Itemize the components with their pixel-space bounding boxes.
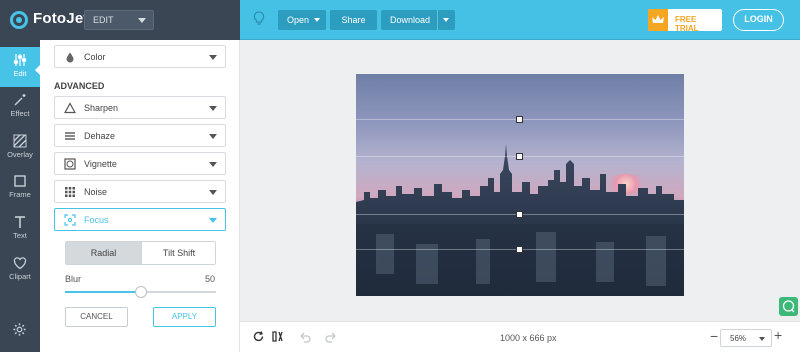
chevron-up-icon — [209, 218, 217, 223]
bottom-bar: 1000 x 666 px − 56% + — [240, 321, 800, 352]
grid-dots-icon — [65, 187, 75, 197]
fotojet-logo-icon — [10, 11, 28, 29]
zoom-in-button[interactable]: + — [774, 327, 782, 343]
canvas-area — [240, 40, 800, 321]
chevron-down-icon — [209, 162, 217, 167]
magic-wand-icon — [14, 94, 26, 106]
chat-icon[interactable] — [779, 297, 798, 316]
mode-select[interactable]: EDIT — [84, 10, 154, 30]
login-button[interactable]: LOGIN — [733, 9, 784, 31]
nav-item-label: Frame — [9, 190, 31, 199]
nav-item-clipart[interactable]: Clipart — [0, 250, 40, 290]
sharpen-label: Sharpen — [84, 103, 119, 113]
crown-icon — [648, 9, 668, 31]
zoom-value: 56% — [730, 334, 747, 343]
nav-item-label: Overlay — [7, 150, 33, 159]
brand-area: FotoJet EDIT — [0, 0, 240, 40]
blur-label: Blur — [65, 274, 82, 284]
color-label: Color — [84, 52, 106, 62]
mode-select-value: EDIT — [93, 15, 114, 25]
top-toolbar: FotoJet EDIT Open Share Download FREE TR… — [0, 0, 800, 40]
sliders-icon — [13, 54, 27, 66]
skyline-silhouette — [356, 144, 684, 296]
blur-value: 50 — [205, 274, 216, 284]
sharpen-dropdown[interactable]: Sharpen — [54, 96, 226, 119]
focus-handle-inner-bottom[interactable] — [516, 211, 523, 218]
nav-item-label: Effect — [10, 109, 30, 118]
droplet-icon — [66, 52, 74, 63]
noise-label: Noise — [84, 187, 108, 197]
focus-dropdown[interactable]: Focus — [54, 208, 226, 231]
zoom-out-button[interactable]: − — [710, 328, 718, 344]
nav-item-effect[interactable]: Effect — [0, 87, 40, 127]
chevron-down-icon — [209, 190, 217, 195]
nav-item-edit[interactable]: Edit — [0, 47, 41, 87]
image-dimensions: 1000 x 666 px — [500, 333, 557, 343]
color-dropdown[interactable]: Color — [54, 45, 226, 68]
vignette-label: Vignette — [84, 159, 117, 169]
tilt-shift-tab[interactable]: Tilt Shift — [141, 242, 215, 264]
city-skyline-photo[interactable] — [356, 74, 684, 296]
gear-icon[interactable] — [12, 322, 27, 337]
redo-icon[interactable] — [325, 330, 338, 343]
chevron-down-icon — [209, 134, 217, 139]
undo-icon[interactable] — [298, 330, 311, 343]
blur-slider[interactable] — [65, 286, 216, 298]
app-logo-text: FotoJet — [33, 10, 89, 27]
open-button-label: Open — [287, 15, 310, 25]
frame-icon — [14, 175, 26, 187]
left-nav: Edit Effect Overlay Frame Text Clipart — [0, 40, 41, 352]
vignette-icon — [64, 158, 76, 170]
blur-slider-fill — [65, 291, 141, 293]
flip-icon[interactable] — [271, 330, 284, 343]
chevron-down-icon[interactable] — [443, 18, 449, 22]
cancel-button[interactable]: CANCEL — [65, 307, 128, 327]
download-button[interactable]: Download — [381, 10, 455, 30]
chevron-down-icon — [138, 18, 146, 23]
advanced-heading: ADVANCED — [54, 81, 105, 91]
lightbulb-icon[interactable] — [253, 11, 265, 27]
chevron-down-icon — [209, 55, 217, 60]
apply-button[interactable]: APPLY — [153, 307, 216, 327]
nav-item-text[interactable]: Text — [0, 209, 40, 249]
split-divider — [437, 10, 438, 30]
lines-icon — [65, 132, 75, 140]
chevron-down-icon — [759, 337, 765, 341]
nav-item-frame[interactable]: Frame — [0, 168, 40, 208]
nav-item-label: Text — [13, 231, 27, 240]
stripes-icon — [13, 134, 27, 148]
dehaze-dropdown[interactable]: Dehaze — [54, 124, 226, 147]
free-trial-label: FREE TRIAL — [675, 15, 699, 31]
blur-slider-handle[interactable] — [135, 286, 147, 298]
free-trial-button[interactable]: FREE TRIAL — [648, 9, 722, 31]
dehaze-label: Dehaze — [84, 131, 116, 141]
triangle-icon — [64, 102, 76, 114]
focus-handle-top[interactable] — [516, 116, 523, 123]
open-button[interactable]: Open — [278, 10, 326, 30]
zoom-select[interactable]: 56% — [720, 329, 772, 347]
download-button-label: Download — [390, 15, 431, 25]
heart-icon — [13, 257, 27, 270]
focus-handle-bottom[interactable] — [516, 246, 523, 253]
focus-label: Focus — [84, 215, 109, 225]
adjust-panel: Color ADVANCED Sharpen Dehaze Vignette N… — [40, 40, 240, 352]
share-button[interactable]: Share — [330, 10, 377, 30]
noise-dropdown[interactable]: Noise — [54, 180, 226, 203]
nav-item-label: Clipart — [9, 272, 31, 281]
nav-item-label: Edit — [13, 69, 27, 78]
focus-mode-toggle: Radial Tilt Shift — [65, 241, 216, 265]
app-window: FotoJet EDIT Open Share Download FREE TR… — [0, 0, 800, 352]
chevron-down-icon — [314, 18, 320, 22]
text-icon — [15, 216, 25, 228]
rotate-icon[interactable] — [252, 330, 265, 343]
radial-tab[interactable]: Radial — [66, 242, 141, 264]
vignette-dropdown[interactable]: Vignette — [54, 152, 226, 175]
focus-handle-inner-top[interactable] — [516, 153, 523, 160]
focus-icon — [64, 214, 76, 226]
nav-item-overlay[interactable]: Overlay — [0, 128, 40, 168]
chevron-down-icon — [209, 106, 217, 111]
